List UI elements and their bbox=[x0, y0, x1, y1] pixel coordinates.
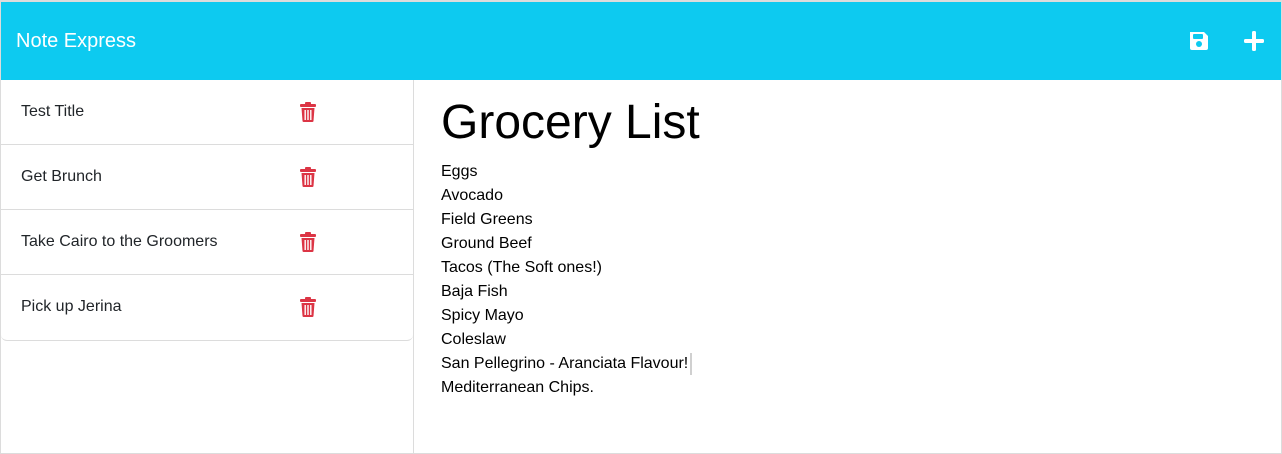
note-text-line[interactable]: San Pellegrino - Aranciata Flavour! bbox=[441, 355, 688, 372]
text-cursor bbox=[690, 352, 693, 375]
trash-icon[interactable] bbox=[300, 297, 316, 317]
note-list-item[interactable]: Get Brunch bbox=[1, 145, 413, 210]
new-note-button[interactable] bbox=[1241, 28, 1267, 54]
note-title[interactable]: Take Cairo to the Groomers bbox=[21, 233, 218, 251]
navbar: Note Express bbox=[1, 2, 1281, 80]
note-title[interactable]: Test Title bbox=[21, 103, 84, 121]
note-title[interactable]: Pick up Jerina bbox=[21, 298, 122, 316]
plus-icon bbox=[1244, 31, 1264, 51]
notes-sidebar: Test Title Get Brunch Take Cairo to the … bbox=[1, 80, 414, 454]
app-title[interactable]: Note Express bbox=[16, 29, 136, 53]
trash-icon[interactable] bbox=[300, 167, 316, 187]
save-note-button[interactable] bbox=[1186, 28, 1212, 54]
note-list-item[interactable]: Pick up Jerina bbox=[1, 275, 413, 340]
note-text-line[interactable]: Ground Beef bbox=[441, 232, 692, 256]
note-text-line-with-cursor[interactable]: San Pellegrino - Aranciata Flavour! bbox=[441, 352, 693, 376]
note-text-line[interactable]: Avocado bbox=[441, 184, 692, 208]
note-editor: Grocery List Eggs Avocado Field Greens G… bbox=[415, 80, 1281, 454]
trash-icon[interactable] bbox=[300, 232, 316, 252]
save-icon bbox=[1190, 32, 1208, 50]
note-title-field[interactable]: Grocery List bbox=[441, 96, 700, 150]
app-window: Note Express Test Title Get Brunch Take … bbox=[0, 0, 1282, 454]
trash-icon[interactable] bbox=[300, 102, 316, 122]
note-title[interactable]: Get Brunch bbox=[21, 168, 102, 186]
note-text-area[interactable]: Eggs Avocado Field Greens Ground Beef Ta… bbox=[441, 160, 693, 400]
note-text-line[interactable]: Field Greens bbox=[441, 208, 692, 232]
note-list: Test Title Get Brunch Take Cairo to the … bbox=[1, 80, 413, 341]
note-text-line[interactable]: Spicy Mayo bbox=[441, 304, 692, 328]
note-text-line[interactable]: Eggs bbox=[441, 160, 692, 184]
note-text-line[interactable]: Coleslaw bbox=[441, 328, 692, 352]
note-text-line[interactable]: Baja Fish bbox=[441, 280, 692, 304]
note-text-line[interactable]: Tacos (The Soft ones!) bbox=[441, 256, 692, 280]
note-list-item[interactable]: Take Cairo to the Groomers bbox=[1, 210, 413, 275]
note-list-item[interactable]: Test Title bbox=[1, 80, 413, 145]
note-text-line[interactable]: Mediterranean Chips. bbox=[441, 376, 692, 400]
